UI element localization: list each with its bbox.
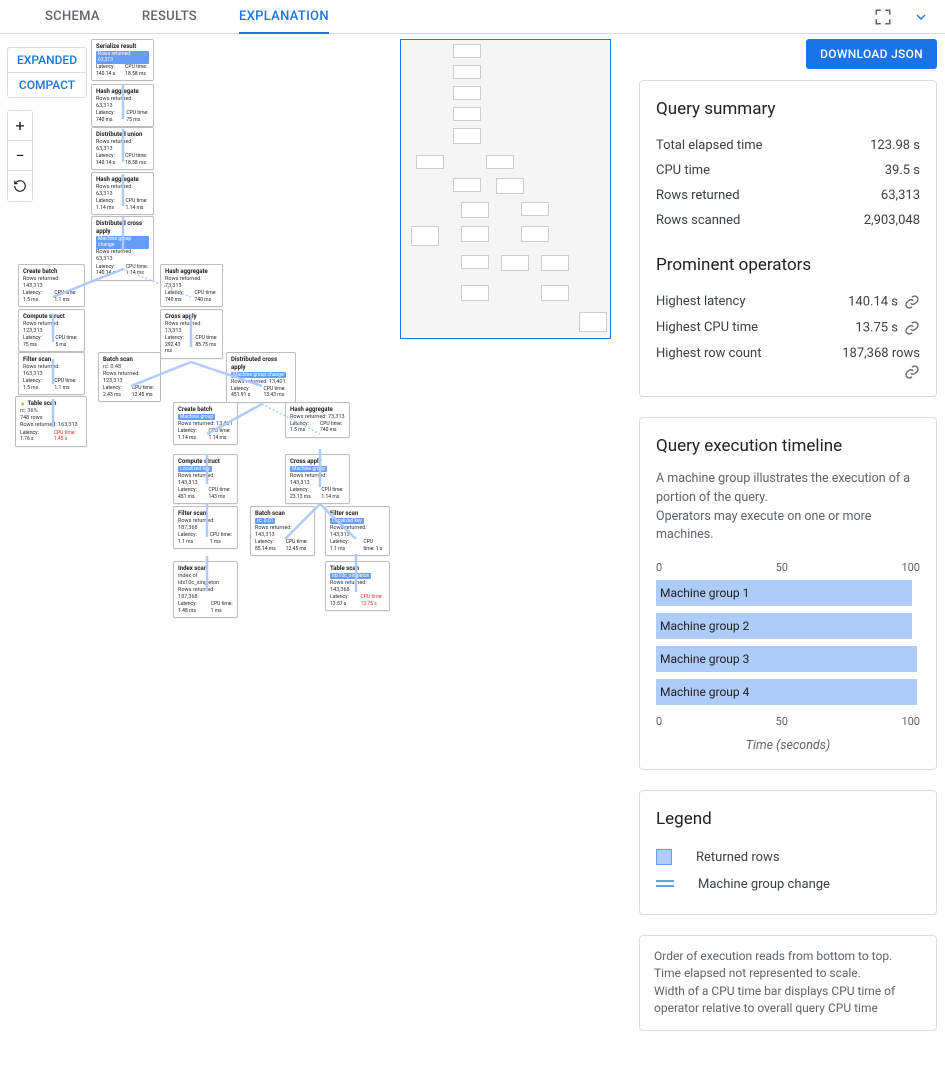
- cpu-time-label: CPU time: [656, 163, 710, 178]
- chevron-down-icon[interactable]: [911, 7, 931, 27]
- timeline-bar: Machine group 1: [656, 580, 912, 606]
- view-toggle: EXPANDED COMPACT: [7, 47, 87, 98]
- timeline-card: Query execution timeline A machine group…: [639, 417, 937, 770]
- rows-returned-value: 63,313: [881, 188, 920, 203]
- prominent-title: Prominent operators: [656, 255, 920, 275]
- tab-results[interactable]: RESULTS: [142, 0, 197, 34]
- link-icon[interactable]: [904, 320, 920, 336]
- legend-swatch-rows: [656, 849, 672, 865]
- tab-schema[interactable]: SCHEMA: [45, 0, 100, 34]
- zoom-in-button[interactable]: +: [8, 111, 32, 141]
- cpu-time-value: 39.5 s: [885, 163, 920, 178]
- rows-returned-label: Rows returned: [656, 188, 740, 203]
- highest-rows-label: Highest row count: [656, 346, 761, 361]
- legend-label: Returned rows: [696, 850, 780, 865]
- download-json-button[interactable]: DOWNLOAD JSON: [806, 39, 937, 69]
- legend-title: Legend: [656, 809, 920, 829]
- legend-swatch-group: [656, 880, 674, 890]
- query-plan-graph[interactable]: Serialize resultRows returned: 63,313Lat…: [0, 34, 635, 1086]
- timeline-bar: Machine group 3: [656, 646, 917, 672]
- timeline-row: Machine group 1: [656, 580, 920, 610]
- timeline-row: Machine group 4: [656, 679, 920, 709]
- zoom-reset-button[interactable]: [8, 171, 32, 201]
- rows-scanned-value: 2,903,048: [864, 213, 920, 228]
- zoom-out-button[interactable]: −: [8, 141, 32, 171]
- link-icon[interactable]: [904, 294, 920, 310]
- highest-latency-label: Highest latency: [656, 294, 746, 310]
- rows-scanned-label: Rows scanned: [656, 213, 740, 228]
- timeline-desc: A machine group illustrates the executio…: [656, 470, 920, 545]
- footnote: Order of execution reads from bottom to …: [639, 935, 937, 1031]
- query-summary-card: Query summary Total elapsed time 123.98 s…: [639, 80, 937, 397]
- timeline-title: Query execution timeline: [656, 436, 920, 456]
- timeline-row: Machine group 3: [656, 646, 920, 676]
- total-elapsed-label: Total elapsed time: [656, 138, 763, 153]
- tab-explanation[interactable]: EXPLANATION: [239, 0, 329, 34]
- link-icon[interactable]: [904, 364, 920, 380]
- timeline-bar: Machine group 4: [656, 679, 917, 705]
- query-summary-title: Query summary: [656, 99, 920, 119]
- fullscreen-icon[interactable]: [873, 7, 893, 27]
- legend-label: Machine group change: [698, 877, 830, 892]
- top-tabs: SCHEMA RESULTS EXPLANATION: [0, 0, 945, 34]
- highest-rows-value: 187,368 rows: [842, 346, 920, 361]
- total-elapsed-value: 123.98 s: [870, 138, 920, 153]
- timeline-caption: Time (seconds): [656, 738, 920, 753]
- legend-card: Legend Returned rows Machine group chang…: [639, 790, 937, 915]
- timeline-bar: Machine group 2: [656, 613, 912, 639]
- timeline-bars: Machine group 1 Machine group 2 Machine gr…: [656, 580, 920, 709]
- highest-cpu-value: 13.75 s: [855, 320, 898, 335]
- timeline-row: Machine group 2: [656, 613, 920, 643]
- highest-cpu-label: Highest CPU time: [656, 320, 758, 336]
- highest-latency-value: 140.14 s: [848, 294, 898, 309]
- view-compact[interactable]: COMPACT: [8, 73, 86, 97]
- view-expanded[interactable]: EXPANDED: [8, 48, 86, 73]
- zoom-controls: + −: [7, 110, 33, 202]
